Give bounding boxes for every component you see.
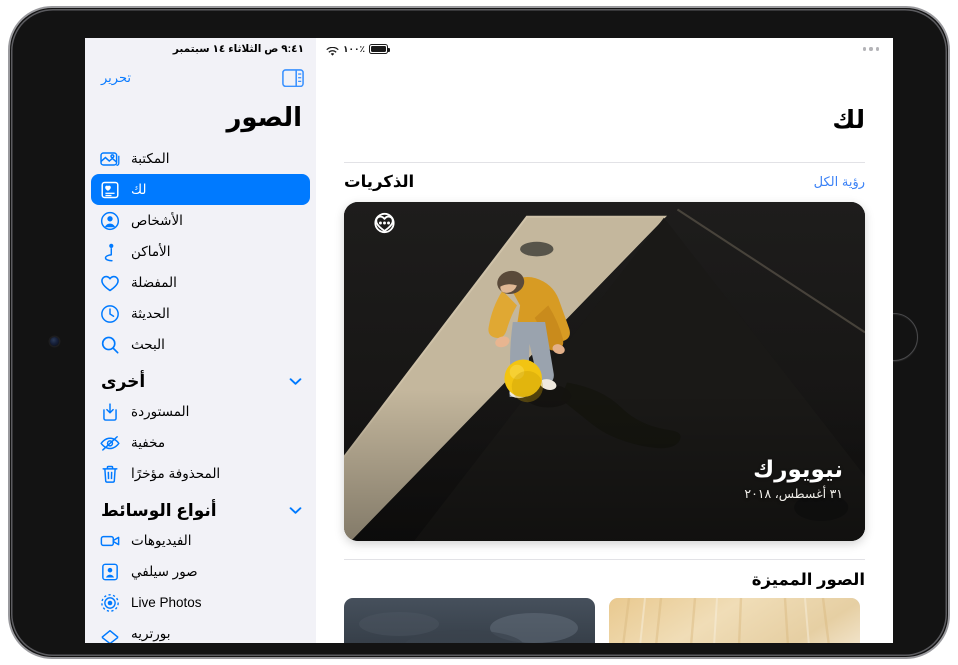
memory-date: ٣١ أغسطس، ٢٠١٨: [744, 486, 843, 501]
see-all-memories-link[interactable]: رؤية الكل: [814, 174, 865, 190]
sidebar-primary-list: المكتبة لك الأشخاص الأماكن المفضلة الحدي…: [85, 143, 316, 360]
sidebar-item-search[interactable]: البحث: [91, 329, 310, 360]
sidebar-status-bar: ٩:٤١ ص الثلاثاء ١٤ سبتمبر: [85, 38, 316, 60]
photos-sidebar: ٩:٤١ ص الثلاثاء ١٤ سبتمبر تحرير الصور ال…: [85, 38, 316, 643]
battery-percent-label: ٪١٠٠: [343, 43, 365, 54]
sidebar-item-label: مخفية: [131, 434, 166, 450]
sidebar-section-other-header[interactable]: أخرى: [85, 360, 316, 396]
section-title: أخرى: [101, 372, 146, 391]
sidebar-item-label: Live Photos: [131, 595, 202, 610]
edit-button[interactable]: تحرير: [101, 70, 131, 86]
search-icon: [99, 334, 121, 356]
section-title: أنواع الوسائط: [101, 501, 217, 520]
sidebar-item-label: الحديثة: [131, 305, 170, 321]
ipad-device-frame: ٩:٤١ ص الثلاثاء ١٤ سبتمبر تحرير الصور ال…: [8, 6, 950, 659]
places-pin-icon: [99, 241, 121, 263]
sidebar-item-label: المكتبة: [131, 150, 170, 166]
photos-library-icon: [99, 148, 121, 170]
page-title: لك: [832, 105, 865, 134]
sidebar-item-hidden[interactable]: مخفية: [91, 427, 310, 458]
screenshot-root: ٩:٤١ ص الثلاثاء ١٤ سبتمبر تحرير الصور ال…: [0, 0, 958, 665]
chevron-down-icon[interactable]: [289, 377, 302, 389]
sidebar-item-label: الأشخاص: [131, 212, 183, 228]
sidebar-item-label: الفيديوهات: [131, 532, 192, 548]
main-status-bar: ٪١٠٠: [316, 38, 893, 60]
sidebar-section-media-types-header[interactable]: أنواع الوسائط: [85, 489, 316, 525]
featured-thumb-storm[interactable]: [344, 597, 595, 643]
sidebar-item-places[interactable]: الأماكن: [91, 236, 310, 267]
sidebar-item-recents[interactable]: الحديثة: [91, 298, 310, 329]
sidebar-section-media-types-list: الفيديوهات صور سيلفي Live Photos بورتريه: [85, 525, 316, 643]
sidebar-item-recently-deleted[interactable]: المحذوفة مؤخرًا: [91, 458, 310, 489]
for-you-icon: [99, 179, 121, 201]
memories-title: الذكريات: [344, 172, 415, 191]
ellipsis-circle-icon[interactable]: [358, 212, 395, 234]
heart-icon: [99, 272, 121, 294]
featured-title: الصور المميزة: [751, 570, 865, 589]
storm-image: [344, 597, 595, 643]
sidebar-item-library[interactable]: المكتبة: [91, 143, 310, 174]
battery-icon: [368, 44, 390, 54]
sidebar-toggle-icon[interactable]: [282, 69, 304, 88]
sidebar-item-imported[interactable]: المستوردة: [91, 396, 310, 427]
chevron-down-icon[interactable]: [289, 506, 302, 518]
status-indicators: ٪١٠٠: [326, 43, 390, 56]
sidebar-item-for-you[interactable]: لك: [91, 174, 310, 205]
import-icon: [99, 401, 121, 423]
hidden-eye-icon: [99, 432, 121, 454]
sidebar-toolbar: تحرير: [85, 60, 316, 96]
featured-thumbnails: [316, 597, 893, 643]
sidebar-item-selfies[interactable]: صور سيلفي: [91, 556, 310, 587]
sidebar-item-label: صور سيلفي: [131, 563, 198, 579]
sidebar-item-people[interactable]: الأشخاص: [91, 205, 310, 236]
portrait-image: [609, 597, 860, 643]
memory-card[interactable]: نيويورك ٣١ أغسطس، ٢٠١٨: [344, 201, 865, 541]
people-icon: [99, 210, 121, 232]
sidebar-item-label: بورتريه: [131, 625, 171, 641]
status-time-date: ٩:٤١ ص الثلاثاء ١٤ سبتمبر: [172, 43, 304, 55]
memory-card-caption: نيويورك ٣١ أغسطس، ٢٠١٨: [744, 456, 843, 500]
sidebar-section-other-list: المستوردة مخفية المحذوفة مؤخرًا: [85, 396, 316, 489]
memories-section-header: الذكريات رؤية الكل: [316, 163, 893, 200]
front-camera: [50, 337, 59, 346]
ipad-screen: ٩:٤١ ص الثلاثاء ١٤ سبتمبر تحرير الصور ال…: [85, 38, 893, 643]
sidebar-item-label: البحث: [131, 336, 165, 352]
live-photo-icon: [99, 592, 121, 614]
memory-card-actions: [358, 212, 411, 234]
trash-icon: [99, 463, 121, 485]
sidebar-item-label: المفضلة: [131, 274, 177, 290]
sidebar-item-portrait[interactable]: بورتريه: [91, 618, 310, 643]
portrait-icon: [99, 623, 121, 643]
clock-icon: [99, 303, 121, 325]
featured-thumb-portrait[interactable]: [609, 597, 860, 643]
wifi-icon: [326, 44, 339, 56]
sidebar-item-favorites[interactable]: المفضلة: [91, 267, 310, 298]
video-camera-icon: [99, 530, 121, 552]
main-content: ٪١٠٠ لك الذكريات رؤية الكل نيويورك ٣١ أغ…: [316, 38, 893, 643]
sidebar-item-videos[interactable]: الفيديوهات: [91, 525, 310, 556]
ellipsis-icon[interactable]: [862, 47, 879, 51]
sidebar-item-label: لك: [131, 181, 147, 197]
sidebar-item-label: المحذوفة مؤخرًا: [131, 465, 221, 481]
memory-title: نيويورك: [753, 456, 843, 483]
sidebar-item-label: المستوردة: [131, 403, 190, 419]
sidebar-app-title: الصور: [226, 102, 302, 132]
sidebar-item-live-photos[interactable]: Live Photos: [91, 587, 310, 618]
featured-section-header: الصور المميزة: [316, 560, 893, 598]
sidebar-item-label: الأماكن: [131, 243, 171, 259]
selfie-icon: [99, 561, 121, 583]
